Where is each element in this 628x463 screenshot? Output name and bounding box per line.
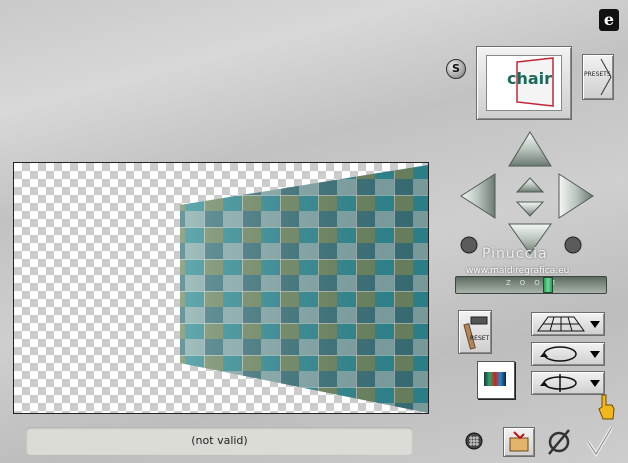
checkmark-icon[interactable] <box>585 424 615 458</box>
folder-open-button[interactable] <box>503 427 535 457</box>
reset-label: RESET <box>470 335 490 342</box>
status-text: (not valid) <box>191 434 248 447</box>
presets-arrow-icon <box>600 58 612 96</box>
cancel-icon[interactable] <box>546 428 572 456</box>
thumbnail-image: chair <box>507 57 554 107</box>
preview-image <box>180 165 428 413</box>
reset-button[interactable]: RESET <box>458 310 492 354</box>
arrow-center-up-icon[interactable] <box>515 177 545 193</box>
preset-thumbnail[interactable]: chair <box>476 46 572 120</box>
arrow-center-down-icon[interactable] <box>515 201 545 217</box>
grid-icon[interactable] <box>465 432 483 450</box>
preview-canvas[interactable] <box>13 162 429 414</box>
zoom-slider[interactable]: ZOOM <box>455 276 607 294</box>
watermark-name: Pinuccia <box>482 246 548 262</box>
s-button[interactable]: S <box>446 59 466 79</box>
zoom-thumb[interactable] <box>543 277 553 293</box>
arrow-up-icon[interactable] <box>508 131 552 167</box>
logo-icon[interactable]: e <box>599 9 619 31</box>
hand-pointer-icon[interactable] <box>596 393 618 423</box>
presets-button[interactable]: PRESETS <box>582 54 614 100</box>
hammer-icon <box>463 316 488 350</box>
logo-letter: e <box>603 10 615 29</box>
arrow-left-icon[interactable] <box>460 173 496 219</box>
rotate-dropdown[interactable] <box>531 342 605 366</box>
rotate-right-knob-icon[interactable] <box>564 236 582 254</box>
grid-plane-icon <box>537 316 585 332</box>
arrow-right-icon[interactable] <box>558 173 594 219</box>
status-bar: (not valid) <box>26 427 413 455</box>
thumbnail-text: chair <box>507 69 552 88</box>
zoom-label: ZOOM <box>506 279 564 287</box>
grid-plane-dropdown[interactable] <box>531 312 605 336</box>
chevron-down-icon <box>590 321 600 328</box>
rotate-left-knob-icon[interactable] <box>460 236 478 254</box>
chevron-down-icon <box>590 351 600 358</box>
rotate-icon <box>540 346 577 362</box>
folder-open-icon <box>509 431 529 452</box>
s-button-label: S <box>452 62 460 75</box>
chevron-down-icon <box>590 380 600 387</box>
rotate-axis-icon <box>540 374 577 392</box>
swatch-image <box>484 372 506 386</box>
rotate-axis-dropdown[interactable] <box>531 371 605 395</box>
color-swatch-button[interactable] <box>477 361 515 399</box>
watermark-url: www.maidiregrafica.eu <box>466 266 570 276</box>
